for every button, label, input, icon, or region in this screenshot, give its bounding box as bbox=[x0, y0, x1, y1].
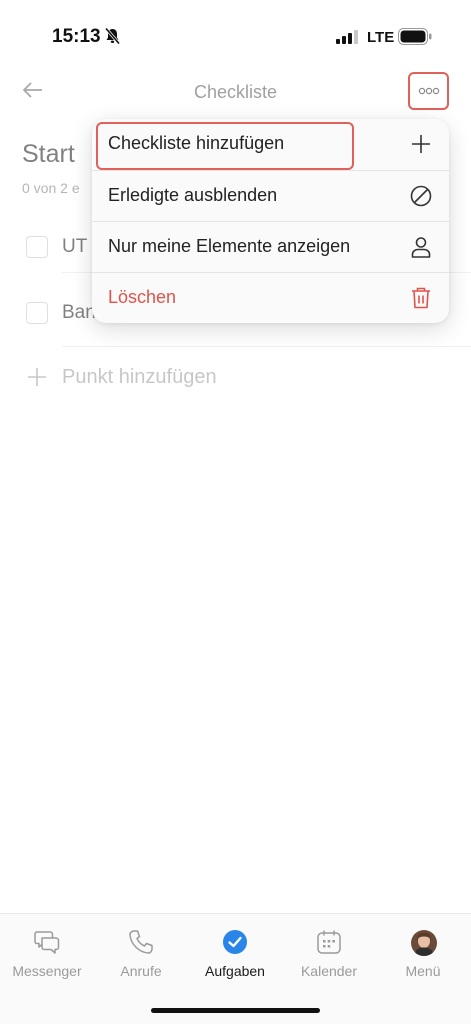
ellipsis-icon bbox=[418, 82, 440, 100]
home-indicator bbox=[151, 1008, 320, 1013]
checklist-item-label: UT bbox=[62, 236, 88, 257]
tab-label: Aufgaben bbox=[205, 963, 265, 979]
phone-icon bbox=[128, 929, 154, 960]
checklist-item-label: Ban bbox=[62, 302, 96, 323]
checkbox[interactable] bbox=[26, 302, 48, 324]
tab-calendar[interactable]: Kalender bbox=[282, 914, 376, 994]
menu-item-label: Nur meine Elemente anzeigen bbox=[108, 236, 351, 256]
checkbox[interactable] bbox=[26, 236, 48, 258]
more-options-button[interactable] bbox=[408, 72, 449, 110]
calendar-icon bbox=[316, 929, 342, 960]
tab-label: Kalender bbox=[300, 963, 358, 979]
add-item-button[interactable]: Punkt hinzufügen bbox=[0, 360, 471, 400]
tab-calls[interactable]: Anrufe bbox=[94, 914, 188, 994]
menu-item-hide-completed[interactable]: Erledigte ausblenden bbox=[92, 171, 449, 222]
hide-icon bbox=[409, 184, 433, 213]
menu-item-only-mine[interactable]: Nur meine Elemente anzeigen bbox=[92, 222, 449, 273]
bell-muted-icon bbox=[104, 27, 121, 50]
tab-label: Menü bbox=[405, 963, 441, 979]
avatar bbox=[410, 929, 438, 962]
page-title: Checkliste bbox=[193, 82, 278, 102]
tab-menu[interactable]: Menü bbox=[376, 914, 470, 994]
network-label: LTE bbox=[367, 29, 395, 46]
checklist-title: Start bbox=[22, 140, 75, 168]
plus-icon bbox=[26, 366, 48, 393]
checklist-progress: 0 von 2 e bbox=[22, 180, 80, 196]
menu-item-label: Checkliste hinzufügen bbox=[108, 133, 285, 153]
plus-icon bbox=[409, 132, 433, 161]
tab-tasks[interactable]: Aufgaben bbox=[188, 914, 282, 994]
menu-item-delete[interactable]: Löschen bbox=[92, 273, 449, 324]
person-icon bbox=[409, 235, 433, 264]
options-menu: Checkliste hinzufügen Erledigte ausblend… bbox=[92, 119, 449, 323]
tab-label: Messenger bbox=[12, 963, 82, 979]
trash-icon bbox=[409, 286, 433, 315]
tab-messenger[interactable]: Messenger bbox=[0, 914, 94, 994]
signal-icon bbox=[336, 30, 358, 49]
battery-icon bbox=[398, 28, 432, 50]
status-time: 15:13 bbox=[52, 26, 101, 47]
tab-label: Anrufe bbox=[120, 963, 162, 979]
add-item-label: Punkt hinzufügen bbox=[62, 366, 217, 388]
menu-item-add-checklist[interactable]: Checkliste hinzufügen bbox=[92, 119, 449, 170]
chat-bubbles-icon bbox=[34, 929, 60, 960]
menu-item-label: Löschen bbox=[108, 287, 177, 307]
header: Checkliste bbox=[0, 60, 471, 122]
status-bar: 15:13 LTE bbox=[0, 0, 471, 60]
menu-item-label: Erledigte ausblenden bbox=[108, 185, 278, 205]
check-circle-icon bbox=[222, 929, 248, 960]
divider bbox=[62, 346, 471, 347]
